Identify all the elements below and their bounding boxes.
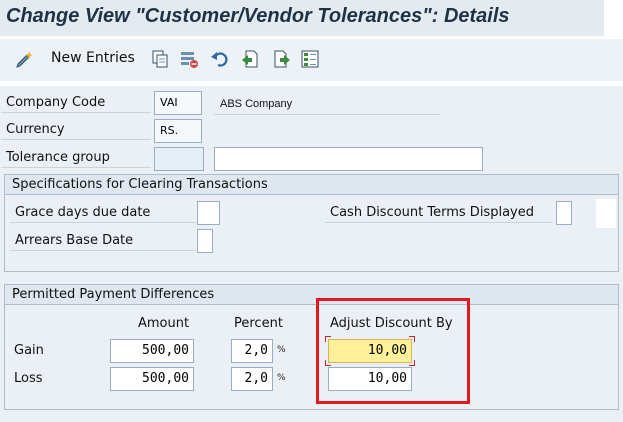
undo-icon[interactable] [210,49,230,69]
payment-differences-group: Permitted Payment Differences [4,284,619,410]
previous-entry-icon[interactable] [240,49,260,69]
delete-icon[interactable] [179,49,199,69]
loss-percent-unit: % [277,373,286,383]
currency-label: Currency [1,120,151,140]
highlight-box [316,298,470,404]
company-code-label: Company Code [1,93,151,113]
tolerance-group-field[interactable] [154,147,204,171]
percent-column-header: Percent [234,316,283,331]
page-title: Change View "Customer/Vendor Tolerances"… [6,5,510,27]
loss-percent-field[interactable]: 2,0 [231,367,273,391]
gain-percent-unit: % [277,345,286,355]
loss-amount-field[interactable]: 500,00 [110,367,194,391]
tolerance-group-description-field[interactable] [214,147,483,171]
new-entries-icon[interactable] [15,49,35,69]
company-name-divider [214,114,440,115]
select-all-icon[interactable] [300,49,320,69]
gain-amount-field[interactable]: 500,00 [110,339,194,363]
cash-discount-terms-label: Cash Discount Terms Displayed [325,203,553,223]
clearing-group: Specifications for Clearing Transactions [4,174,619,272]
copy-icon[interactable] [150,49,170,69]
gain-percent-field[interactable]: 2,0 [231,339,273,363]
payment-differences-title: Permitted Payment Differences [5,285,618,305]
cash-discount-terms-checkbox[interactable] [556,201,572,225]
grace-days-label: Grace days due date [10,203,196,223]
company-code-field[interactable]: VAI [154,91,202,115]
title-bar: Change View "Customer/Vendor Tolerances"… [0,0,604,36]
next-entry-icon[interactable] [272,49,292,69]
tolerance-group-label: Tolerance group [1,148,151,168]
company-name-text: ABS Company [220,98,293,110]
application-toolbar: New Entries [0,39,623,81]
arrears-base-date-label: Arrears Base Date [10,231,196,251]
amount-column-header: Amount [138,316,190,331]
grace-days-field[interactable] [197,201,220,225]
currency-field[interactable]: RS. [154,119,202,143]
clearing-group-title: Specifications for Clearing Transactions [5,175,618,195]
loss-row-label: Loss [14,371,43,386]
new-entries-button[interactable]: New Entries [51,50,135,66]
arrears-base-date-checkbox[interactable] [197,229,213,253]
cash-discount-terms-field[interactable] [596,199,616,228]
gain-row-label: Gain [14,343,44,358]
